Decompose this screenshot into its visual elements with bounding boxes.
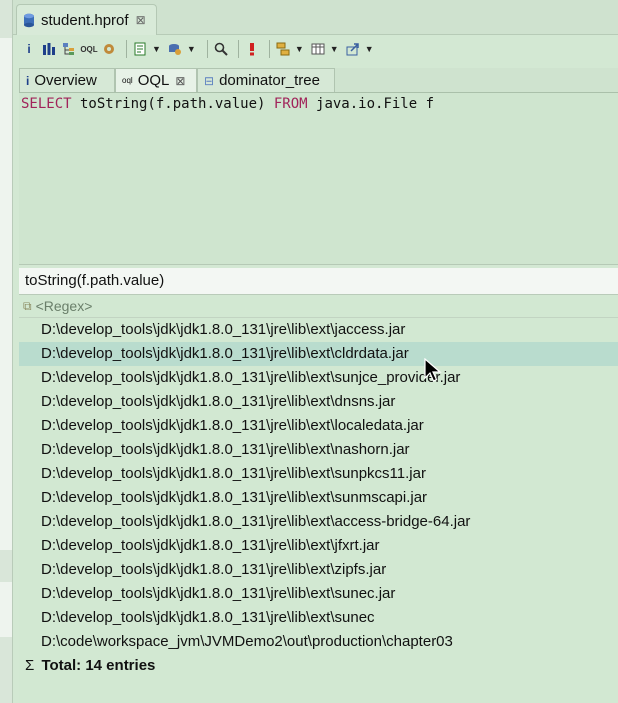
editor-tab-bar: student.hprof ⊠ bbox=[13, 0, 618, 35]
toolbar: i OQL ▼ ▼ ▼ ▼ ▼ bbox=[13, 35, 618, 63]
total-label: Total: 14 entries bbox=[41, 657, 156, 674]
results-table: toString(f.path.value) ⧉ <Regex> D:\deve… bbox=[19, 268, 618, 703]
query-text: java.io.File f bbox=[307, 96, 435, 112]
table-row[interactable]: D:\develop_tools\jdk\jdk1.8.0_131\jre\li… bbox=[19, 366, 618, 390]
heap-dump-icon bbox=[24, 13, 34, 27]
adjacent-panel-segment bbox=[0, 582, 12, 637]
dominator-tree-icon[interactable] bbox=[61, 41, 77, 57]
regex-filter-placeholder: <Regex> bbox=[35, 298, 93, 314]
column-header[interactable]: toString(f.path.value) bbox=[19, 268, 618, 295]
oql-icon: oql bbox=[122, 76, 133, 85]
table-row[interactable]: D:\develop_tools\jdk\jdk1.8.0_131\jre\li… bbox=[19, 462, 618, 486]
view-tab-bar: i Overview oql OQL ⊠ ⊟ dominator_tree bbox=[19, 68, 618, 93]
table-row[interactable]: D:\develop_tools\jdk\jdk1.8.0_131\jre\li… bbox=[19, 510, 618, 534]
info-icon[interactable]: i bbox=[21, 41, 37, 57]
table-row[interactable]: D:\develop_tools\jdk\jdk1.8.0_131\jre\li… bbox=[19, 582, 618, 606]
chevron-down-icon[interactable]: ▼ bbox=[365, 44, 374, 54]
table-row[interactable]: D:\develop_tools\jdk\jdk1.8.0_131\jre\li… bbox=[19, 534, 618, 558]
toolbar-separator bbox=[206, 40, 208, 58]
table-row[interactable]: D:\develop_tools\jdk\jdk1.8.0_131\jre\li… bbox=[19, 414, 618, 438]
table-row[interactable]: D:\develop_tools\jdk\jdk1.8.0_131\jre\li… bbox=[19, 342, 618, 366]
toolbar-separator bbox=[126, 40, 127, 58]
close-icon[interactable]: ⊠ bbox=[175, 74, 185, 88]
toolbar-separator bbox=[268, 40, 270, 58]
filter-icon: ⧉ bbox=[23, 299, 32, 313]
tab-oql[interactable]: oql OQL ⊠ bbox=[115, 68, 197, 92]
search-icon[interactable] bbox=[213, 41, 229, 57]
mouse-pointer-icon bbox=[424, 358, 442, 382]
chevron-down-icon[interactable]: ▼ bbox=[330, 44, 339, 54]
table-row[interactable]: D:\code\workspace_jvm\JVMDemo2\out\produ… bbox=[19, 630, 618, 654]
table-row[interactable]: D:\develop_tools\jdk\jdk1.8.0_131\jre\li… bbox=[19, 606, 618, 630]
close-icon[interactable]: ⊠ bbox=[136, 13, 146, 27]
editor-tab-student-hprof[interactable]: student.hprof ⊠ bbox=[16, 4, 157, 35]
table-row[interactable]: D:\develop_tools\jdk\jdk1.8.0_131\jre\li… bbox=[19, 558, 618, 582]
toolbar-separator bbox=[237, 40, 239, 58]
tab-dominator-tree[interactable]: ⊟ dominator_tree bbox=[197, 68, 335, 92]
dominator-tree-icon: ⊟ bbox=[204, 73, 215, 88]
tab-label: dominator_tree bbox=[219, 72, 320, 89]
info-icon: i bbox=[26, 73, 30, 88]
editor-tab-label: student.hprof bbox=[41, 11, 129, 29]
leak-suspect-icon[interactable] bbox=[244, 41, 260, 57]
query-browser-icon[interactable] bbox=[167, 41, 183, 57]
result-rows: D:\develop_tools\jdk\jdk1.8.0_131\jre\li… bbox=[19, 318, 618, 654]
tab-overview[interactable]: i Overview bbox=[19, 68, 115, 92]
group-by-icon[interactable] bbox=[275, 41, 291, 57]
table-row[interactable]: D:\develop_tools\jdk\jdk1.8.0_131\jre\li… bbox=[19, 486, 618, 510]
chevron-down-icon[interactable]: ▼ bbox=[187, 44, 196, 54]
oql-icon[interactable]: OQL bbox=[80, 41, 97, 57]
query-text: toString(f.path.value) bbox=[71, 96, 274, 112]
tab-label: Overview bbox=[34, 72, 97, 89]
settings-icon[interactable] bbox=[101, 41, 117, 57]
sql-keyword: FROM bbox=[273, 96, 308, 112]
chevron-down-icon[interactable]: ▼ bbox=[295, 44, 304, 54]
oql-query-editor[interactable]: SELECT toString(f.path.value) FROM java.… bbox=[19, 93, 618, 265]
histogram-icon[interactable] bbox=[41, 41, 57, 57]
table-row[interactable]: D:\develop_tools\jdk\jdk1.8.0_131\jre\li… bbox=[19, 438, 618, 462]
report-icon[interactable] bbox=[132, 41, 148, 57]
adjacent-panel-edge bbox=[0, 0, 13, 703]
sum-icon: Σ bbox=[25, 657, 35, 674]
regex-filter-row[interactable]: ⧉ <Regex> bbox=[19, 295, 618, 318]
tab-label: OQL bbox=[137, 72, 170, 89]
sql-keyword: SELECT bbox=[21, 96, 72, 112]
export-icon[interactable] bbox=[345, 41, 361, 57]
chevron-down-icon[interactable]: ▼ bbox=[152, 44, 161, 54]
table-row[interactable]: D:\develop_tools\jdk\jdk1.8.0_131\jre\li… bbox=[19, 390, 618, 414]
table-row[interactable]: D:\develop_tools\jdk\jdk1.8.0_131\jre\li… bbox=[19, 318, 618, 342]
calculate-icon[interactable] bbox=[310, 41, 326, 57]
adjacent-panel-segment bbox=[0, 38, 12, 550]
total-row: Σ Total: 14 entries bbox=[19, 654, 618, 678]
